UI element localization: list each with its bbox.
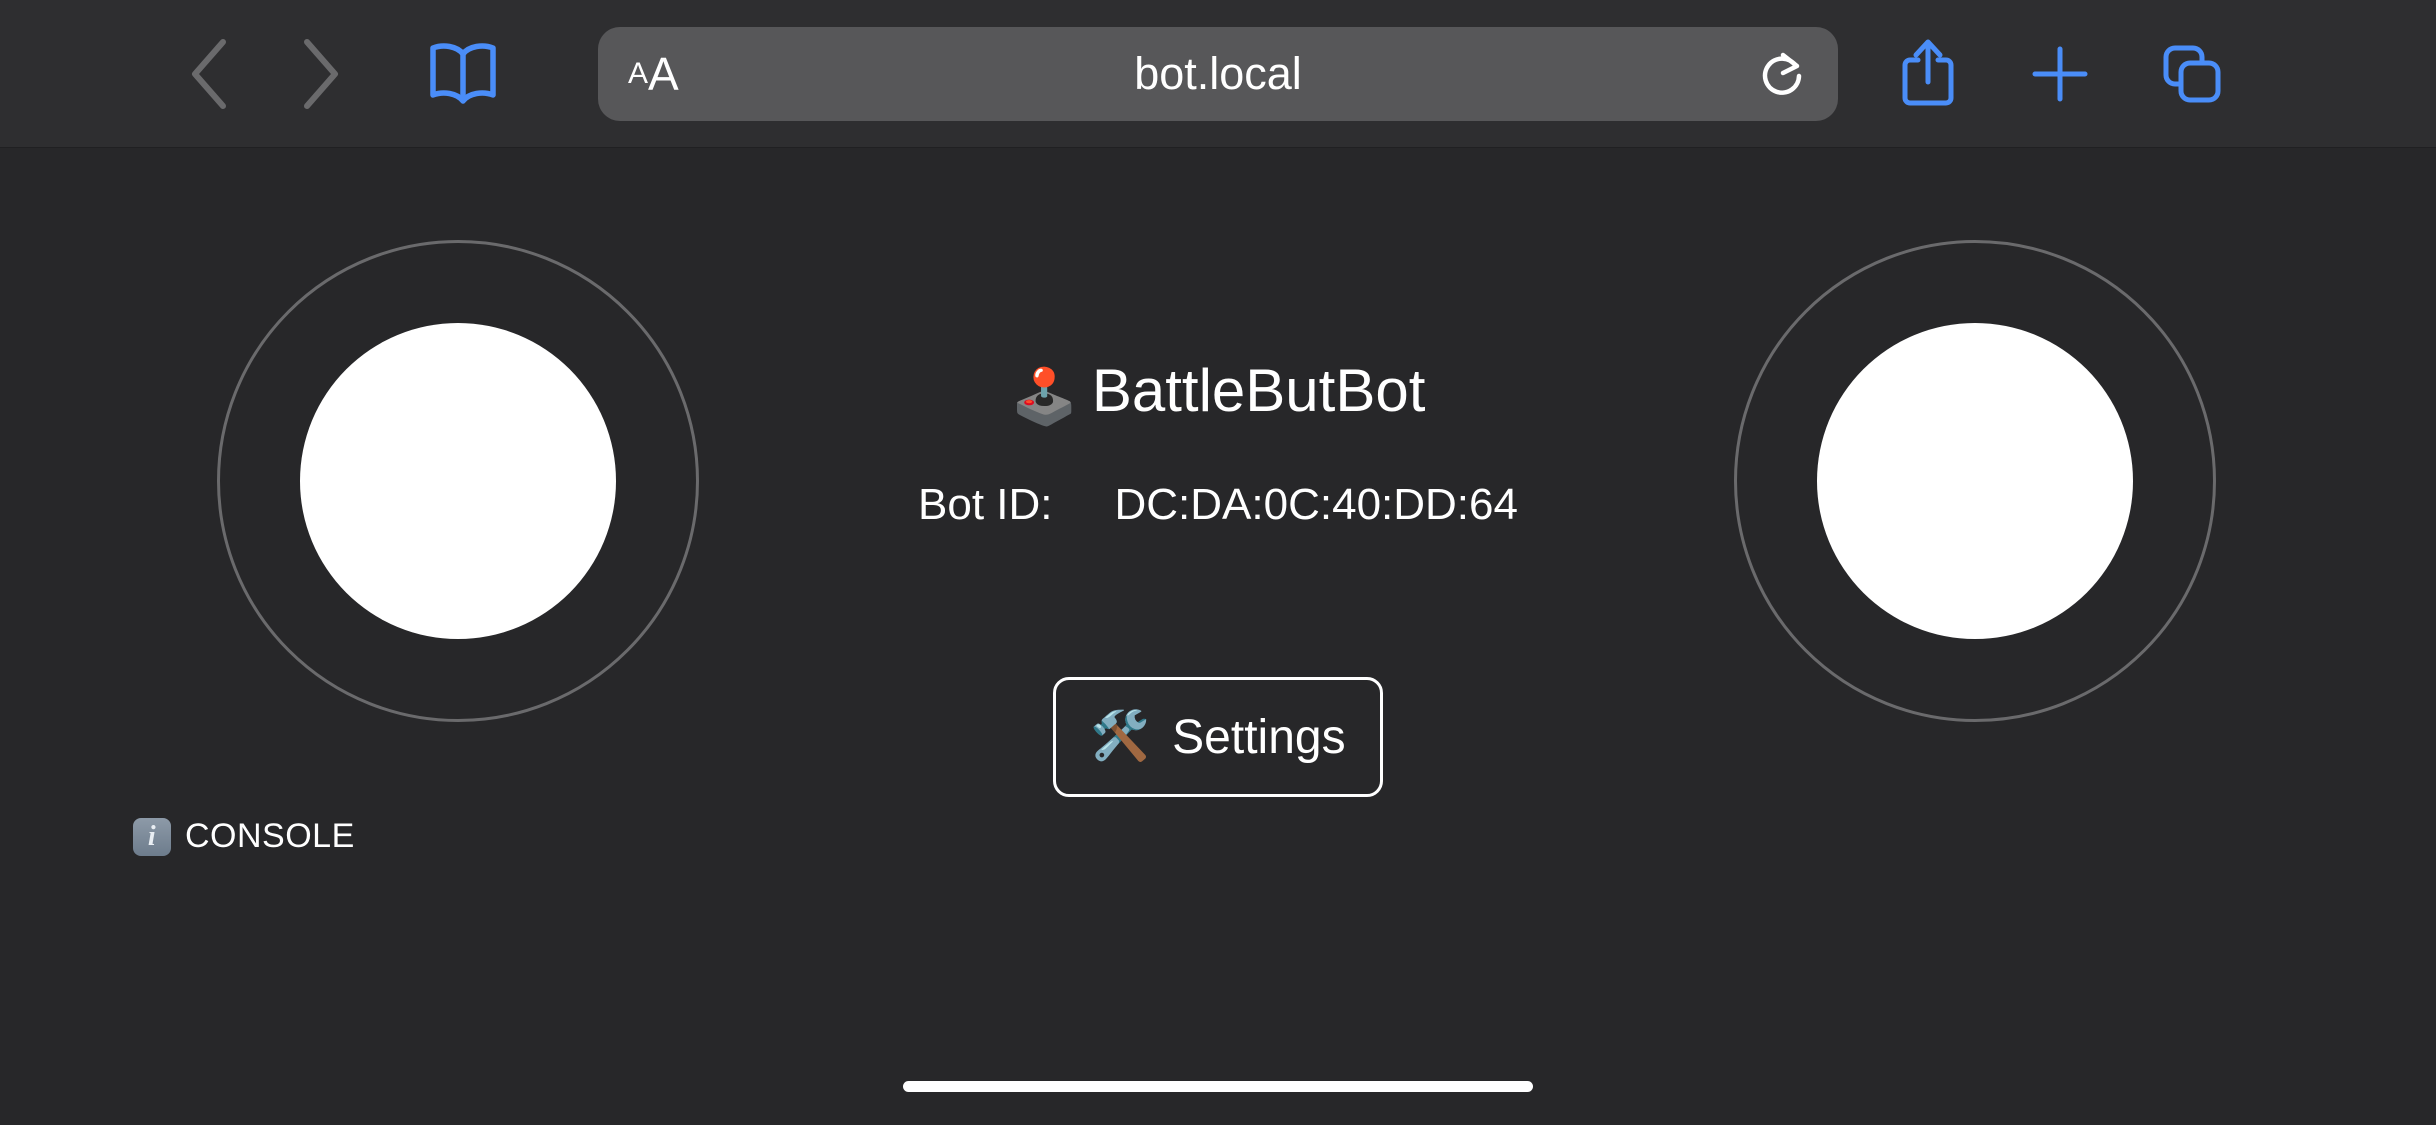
reload-icon bbox=[1762, 52, 1802, 95]
chevron-right-icon bbox=[304, 38, 338, 109]
new-tab-button[interactable] bbox=[2012, 26, 2108, 122]
share-button[interactable] bbox=[1880, 26, 1976, 122]
bot-id-label: Bot ID: bbox=[918, 480, 1053, 529]
settings-button[interactable]: 🛠️ Settings bbox=[1053, 677, 1383, 797]
home-indicator[interactable] bbox=[903, 1081, 1533, 1092]
info-icon: i bbox=[133, 817, 171, 856]
toolbar-right-group bbox=[1880, 0, 2240, 148]
share-icon bbox=[1902, 39, 1954, 106]
url-bar[interactable]: AA bot.local bbox=[598, 27, 1838, 121]
console-label: CONSOLE bbox=[185, 817, 355, 855]
browser-toolbar: AA bot.local bbox=[0, 0, 2436, 148]
screen-root: AA bot.local 🕹️ BattleButBot Bot ID: DC:… bbox=[0, 0, 2436, 1125]
url-text[interactable]: bot.local bbox=[598, 27, 1838, 121]
forward-button[interactable] bbox=[274, 26, 370, 122]
page-title-text: BattleButBot bbox=[1091, 357, 1426, 424]
tab-overview-button[interactable] bbox=[2144, 26, 2240, 122]
bot-id-value: DC:DA:0C:40:DD:64 bbox=[1114, 480, 1518, 529]
book-icon bbox=[430, 42, 496, 104]
page-title: 🕹️ BattleButBot bbox=[0, 356, 2436, 429]
web-page-content: 🕹️ BattleButBot Bot ID: DC:DA:0C:40:DD:64 … bbox=[0, 148, 2436, 1125]
tabs-icon bbox=[2163, 45, 2221, 103]
tools-icon: 🛠️ bbox=[1090, 710, 1151, 763]
bookmarks-button[interactable] bbox=[408, 19, 518, 129]
console-link[interactable]: i CONSOLE bbox=[133, 817, 355, 856]
reload-button[interactable] bbox=[1752, 44, 1812, 104]
settings-button-label: Settings bbox=[1172, 710, 1346, 764]
back-button[interactable] bbox=[160, 26, 256, 122]
plus-icon bbox=[2032, 46, 2088, 102]
chevron-left-icon bbox=[192, 38, 226, 109]
bot-id-row: Bot ID: DC:DA:0C:40:DD:64 bbox=[0, 480, 2436, 530]
joystick-icon: 🕹️ bbox=[1010, 367, 1078, 427]
